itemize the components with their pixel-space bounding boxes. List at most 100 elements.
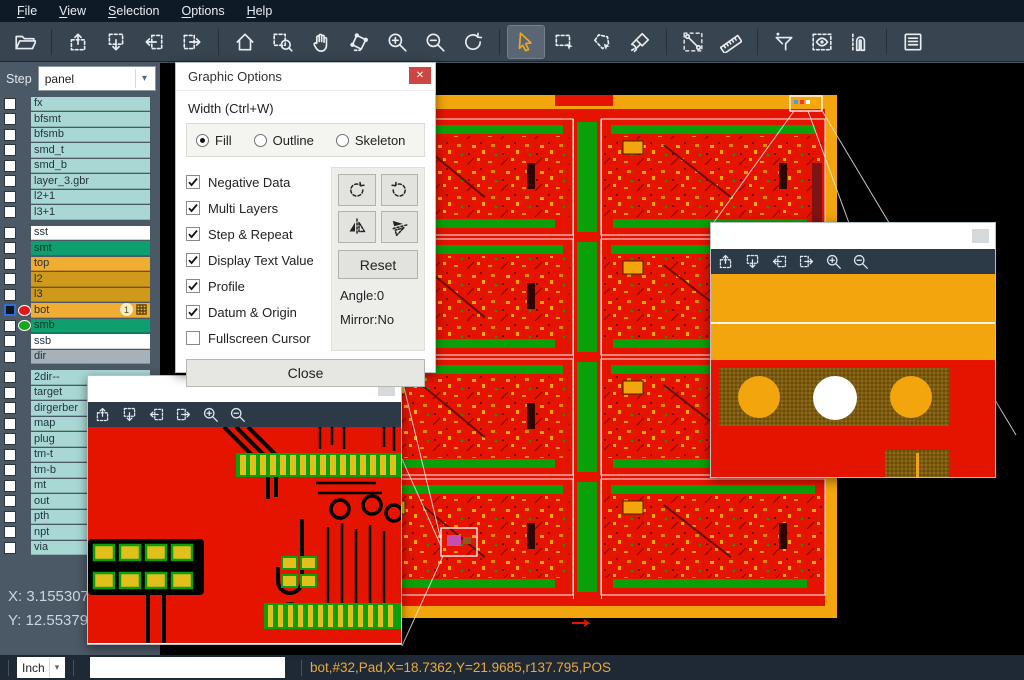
layer-color-bar[interactable]: smt: [31, 241, 150, 256]
menu-selection[interactable]: Selection: [97, 0, 170, 22]
command-input[interactable]: [90, 657, 285, 678]
magnifier-view[interactable]: [88, 427, 401, 644]
checkbox-display-text-value[interactable]: Display Text Value: [186, 247, 331, 273]
layer-row-fx[interactable]: fx: [0, 96, 160, 112]
layer-checkbox[interactable]: [4, 160, 16, 172]
magnifier-window-top-right[interactable]: [710, 222, 996, 478]
layer-checkbox[interactable]: [4, 464, 16, 476]
layer-color-bar[interactable]: fx: [31, 97, 150, 112]
layer-color-bar[interactable]: smb: [31, 319, 150, 334]
pan-left-icon[interactable]: [136, 26, 172, 58]
layer-checkbox[interactable]: [4, 402, 16, 414]
layer-checkbox[interactable]: [4, 113, 16, 125]
checkbox-negative-data[interactable]: Negative Data: [186, 169, 331, 195]
menu-view[interactable]: View: [48, 0, 97, 22]
ruler-icon[interactable]: [713, 26, 749, 58]
layer-checkbox[interactable]: [4, 335, 16, 347]
checkbox-profile[interactable]: Profile: [186, 273, 331, 299]
layer-checkbox[interactable]: [4, 449, 16, 461]
layer-checkbox[interactable]: [4, 542, 16, 554]
layer-row-l2[interactable]: l2: [0, 272, 160, 288]
radio-fill[interactable]: Fill: [196, 133, 232, 148]
magnifier-title-bar[interactable]: [711, 223, 995, 249]
step-select[interactable]: panel ▾: [38, 66, 156, 91]
checkbox-step-repeat[interactable]: Step & Repeat: [186, 221, 331, 247]
menu-file[interactable]: File: [6, 0, 48, 22]
zoom-in-icon[interactable]: [379, 26, 415, 58]
checkbox-fullscreen-cursor[interactable]: Fullscreen Cursor: [186, 325, 331, 351]
layer-color-bar[interactable]: ssb: [31, 334, 150, 349]
zoom-previous-icon[interactable]: [455, 26, 491, 58]
layer-panel-icon[interactable]: [895, 26, 931, 58]
pan-up-icon[interactable]: [717, 253, 734, 270]
pan-right-icon[interactable]: [798, 253, 815, 270]
brush-icon[interactable]: [622, 26, 658, 58]
layer-color-bar[interactable]: top: [31, 257, 150, 272]
layer-checkbox[interactable]: [4, 129, 16, 141]
menu-options[interactable]: Options: [170, 0, 235, 22]
pan-down-icon[interactable]: [744, 253, 761, 270]
layer-checkbox[interactable]: [4, 289, 16, 301]
pan-down-icon[interactable]: [121, 406, 138, 423]
layer-row-smd_b[interactable]: smd_b: [0, 158, 160, 174]
layer-color-bar[interactable]: l2+1: [31, 190, 150, 205]
window-button[interactable]: [972, 229, 989, 243]
magnifier-window-bottom-left[interactable]: [87, 375, 402, 645]
layer-row-smt[interactable]: smt: [0, 241, 160, 257]
poly-select-icon[interactable]: [584, 26, 620, 58]
measure-line-icon[interactable]: [675, 26, 711, 58]
layer-checkbox[interactable]: [4, 144, 16, 156]
flip-vertical-button[interactable]: [381, 211, 419, 243]
reset-button[interactable]: Reset: [338, 250, 418, 279]
layer-row-smd_t[interactable]: smd_t: [0, 143, 160, 159]
layer-checkbox[interactable]: [4, 242, 16, 254]
radio-skeleton[interactable]: Skeleton: [336, 133, 406, 148]
layer-checkbox[interactable]: [4, 387, 16, 399]
rotate-ccw-button[interactable]: [381, 174, 419, 206]
view-options-icon[interactable]: [804, 26, 840, 58]
zoom-out-icon[interactable]: [417, 26, 453, 58]
pan-sheet-icon[interactable]: [341, 26, 377, 58]
layer-row-dir[interactable]: dir: [0, 349, 160, 365]
open-folder-icon[interactable]: [7, 26, 43, 58]
layer-checkbox[interactable]: [4, 495, 16, 507]
pan-right-icon[interactable]: [174, 26, 210, 58]
layer-color-bar[interactable]: smd_b: [31, 159, 150, 174]
pan-right-icon[interactable]: [175, 406, 192, 423]
layer-row-l3[interactable]: l3: [0, 287, 160, 303]
zoom-out-icon[interactable]: [852, 253, 869, 270]
flip-horizontal-button[interactable]: [338, 211, 376, 243]
layer-checkbox[interactable]: [4, 433, 16, 445]
layer-color-bar[interactable]: l3: [31, 288, 150, 303]
layer-checkbox[interactable]: [4, 526, 16, 538]
zoom-in-icon[interactable]: [202, 406, 219, 423]
hand-icon[interactable]: [303, 26, 339, 58]
layer-checkbox[interactable]: [4, 98, 16, 110]
radio-outline[interactable]: Outline: [254, 133, 314, 148]
rotate-cw-button[interactable]: [338, 174, 376, 206]
pan-up-icon[interactable]: [94, 406, 111, 423]
layer-color-bar[interactable]: bfsmt: [31, 112, 150, 127]
layer-color-bar[interactable]: l3+1: [31, 205, 150, 220]
dialog-title-bar[interactable]: Graphic Options ✕: [176, 63, 435, 91]
layer-row-l3+1[interactable]: l3+1: [0, 205, 160, 221]
layer-color-bar[interactable]: smd_t: [31, 143, 150, 158]
layer-row-l2+1[interactable]: l2+1: [0, 189, 160, 205]
layer-checkbox[interactable]: [4, 273, 16, 285]
pan-down-icon[interactable]: [98, 26, 134, 58]
layer-checkbox[interactable]: [4, 175, 16, 187]
layer-row-smb[interactable]: smb: [0, 318, 160, 334]
snap-icon[interactable]: [842, 26, 878, 58]
zoom-area-icon[interactable]: [265, 26, 301, 58]
pan-left-icon[interactable]: [148, 406, 165, 423]
checkbox-multi-layers[interactable]: Multi Layers: [186, 195, 331, 221]
filter-icon[interactable]: [766, 26, 802, 58]
layer-row-top[interactable]: top: [0, 256, 160, 272]
layer-row-bfsmb[interactable]: bfsmb: [0, 127, 160, 143]
layer-row-layer_3.gbr[interactable]: layer_3.gbr: [0, 174, 160, 190]
layer-checkbox[interactable]: [4, 304, 16, 316]
pan-up-icon[interactable]: [60, 26, 96, 58]
layer-row-bfsmt[interactable]: bfsmt: [0, 112, 160, 128]
layer-color-bar[interactable]: bot1: [31, 303, 150, 318]
select-arrow-icon[interactable]: [508, 26, 544, 58]
